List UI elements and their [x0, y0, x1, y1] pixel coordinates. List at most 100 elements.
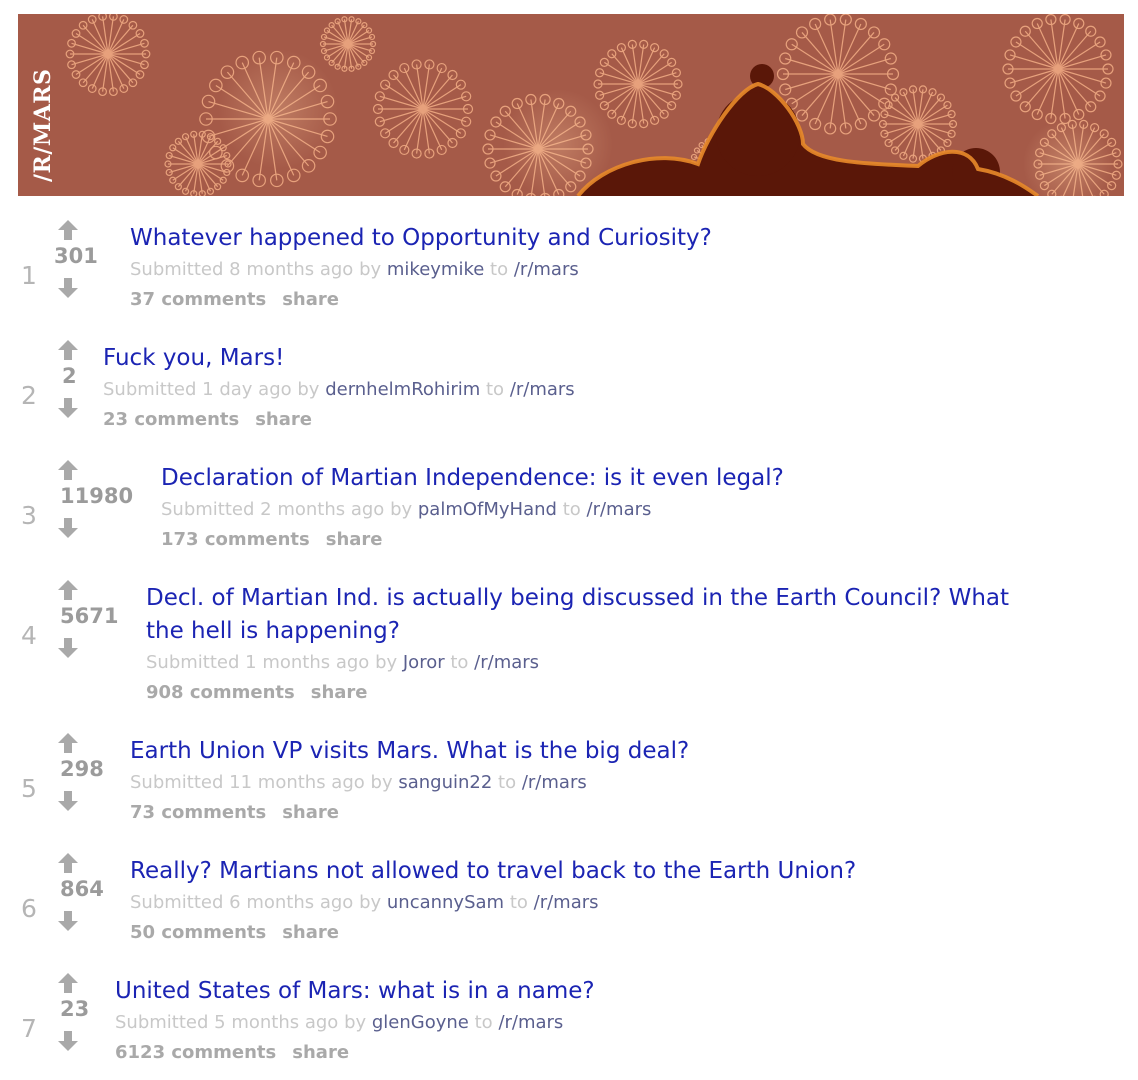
share-link[interactable]: share: [292, 1042, 349, 1063]
comments-link[interactable]: 6123 comments: [115, 1042, 276, 1063]
post-time: 2 months ago: [260, 499, 385, 520]
post-rank: 1: [21, 261, 37, 290]
post-buttons: 50 comments share: [130, 918, 1030, 948]
comments-link[interactable]: 23 comments: [103, 409, 239, 430]
post-title-link[interactable]: Really? Martians not allowed to travel b…: [130, 855, 1030, 888]
to-label: to: [498, 772, 517, 793]
post-buttons: 173 comments share: [161, 525, 1061, 555]
post-title-link[interactable]: Earth Union VP visits Mars. What is the …: [130, 735, 1030, 768]
author-link[interactable]: palmOfMyHand: [418, 499, 557, 520]
downvote-arrow-icon[interactable]: [56, 516, 80, 540]
upvote-arrow-icon[interactable]: [56, 731, 80, 755]
comments-link[interactable]: 908 comments: [146, 682, 295, 703]
post-title-link[interactable]: Decl. of Martian Ind. is actually being …: [146, 582, 1026, 648]
post-time: 8 months ago: [229, 259, 354, 280]
subreddit-link[interactable]: /r/mars: [534, 892, 599, 913]
submitted-label: Submitted: [130, 772, 224, 793]
post-title-link[interactable]: Whatever happened to Opportunity and Cur…: [130, 222, 1030, 255]
subreddit-link[interactable]: /r/mars: [510, 379, 575, 400]
post-tagline: Submitted 6 months ago by uncannySam to …: [130, 888, 1030, 918]
author-link[interactable]: dernhelmRohirim: [325, 379, 480, 400]
post-score: 23: [60, 997, 90, 1021]
downvote-arrow-icon[interactable]: [56, 396, 80, 420]
post-score: 2: [62, 364, 77, 388]
subreddit-banner: /R/MARS: [18, 14, 1124, 196]
submitted-label: Submitted: [115, 1012, 209, 1033]
post-buttons: 73 comments share: [130, 798, 1030, 828]
share-link[interactable]: share: [282, 922, 339, 943]
downvote-arrow-icon[interactable]: [56, 276, 80, 300]
post-tagline: Submitted 8 months ago by mikeymike to /…: [130, 255, 1030, 285]
author-link[interactable]: mikeymike: [387, 259, 484, 280]
comments-link[interactable]: 73 comments: [130, 802, 266, 823]
subreddit-link[interactable]: /r/mars: [587, 499, 652, 520]
subreddit-link[interactable]: /r/mars: [514, 259, 579, 280]
post-entry: Decl. of Martian Ind. is actually being …: [146, 582, 1026, 708]
post-entry: Whatever happened to Opportunity and Cur…: [130, 222, 1030, 315]
post-title-link[interactable]: United States of Mars: what is in a name…: [115, 975, 1015, 1008]
post-score: 864: [60, 877, 104, 901]
post-entry: Fuck you, Mars! Submitted 1 day ago by d…: [103, 342, 1003, 435]
post-score: 301: [54, 244, 98, 268]
fractal-banner-image: [18, 14, 1124, 196]
to-label: to: [450, 652, 469, 673]
share-link[interactable]: share: [326, 529, 383, 550]
author-link[interactable]: glenGoyne: [372, 1012, 469, 1033]
share-link[interactable]: share: [311, 682, 368, 703]
post-tagline: Submitted 5 months ago by glenGoyne to /…: [115, 1008, 1015, 1038]
banner-title: /R/MARS: [30, 68, 56, 182]
comments-link[interactable]: 37 comments: [130, 289, 266, 310]
comments-link[interactable]: 50 comments: [130, 922, 266, 943]
by-label: by: [297, 379, 320, 400]
post-entry: Really? Martians not allowed to travel b…: [130, 855, 1030, 948]
by-label: by: [359, 259, 382, 280]
downvote-arrow-icon[interactable]: [56, 1029, 80, 1053]
downvote-arrow-icon[interactable]: [56, 636, 80, 660]
post-buttons: 37 comments share: [130, 285, 1030, 315]
submitted-label: Submitted: [103, 379, 197, 400]
post-tagline: Submitted 11 months ago by sanguin22 to …: [130, 768, 1030, 798]
post-time: 5 months ago: [214, 1012, 339, 1033]
upvote-arrow-icon[interactable]: [56, 458, 80, 482]
post-rank: 3: [21, 501, 37, 530]
post-title-link[interactable]: Fuck you, Mars!: [103, 342, 1003, 375]
subreddit-link[interactable]: /r/mars: [498, 1012, 563, 1033]
upvote-arrow-icon[interactable]: [56, 218, 80, 242]
post-title-link[interactable]: Declaration of Martian Independence: is …: [161, 462, 1061, 495]
share-link[interactable]: share: [255, 409, 312, 430]
post-entry: Earth Union VP visits Mars. What is the …: [130, 735, 1030, 828]
post-rank: 7: [21, 1014, 37, 1043]
post-entry: Declaration of Martian Independence: is …: [161, 462, 1061, 555]
to-label: to: [562, 499, 581, 520]
author-link[interactable]: Joror: [403, 652, 445, 673]
submitted-label: Submitted: [130, 892, 224, 913]
submitted-label: Submitted: [130, 259, 224, 280]
by-label: by: [375, 652, 398, 673]
post-rank: 4: [21, 621, 37, 650]
upvote-arrow-icon[interactable]: [56, 971, 80, 995]
post-entry: United States of Mars: what is in a name…: [115, 975, 1015, 1068]
by-label: by: [390, 499, 413, 520]
upvote-arrow-icon[interactable]: [56, 851, 80, 875]
share-link[interactable]: share: [282, 802, 339, 823]
downvote-arrow-icon[interactable]: [56, 909, 80, 933]
downvote-arrow-icon[interactable]: [56, 789, 80, 813]
author-link[interactable]: uncannySam: [387, 892, 504, 913]
post-time: 11 months ago: [229, 772, 365, 793]
post-buttons: 6123 comments share: [115, 1038, 1015, 1068]
to-label: to: [509, 892, 528, 913]
author-link[interactable]: sanguin22: [398, 772, 492, 793]
upvote-arrow-icon[interactable]: [56, 578, 80, 602]
subreddit-link[interactable]: /r/mars: [474, 652, 539, 673]
upvote-arrow-icon[interactable]: [56, 338, 80, 362]
subreddit-link[interactable]: /r/mars: [522, 772, 587, 793]
post-rank: 5: [21, 774, 37, 803]
post-tagline: Submitted 1 day ago by dernhelmRohirim t…: [103, 375, 1003, 405]
submitted-label: Submitted: [161, 499, 255, 520]
submitted-label: Submitted: [146, 652, 240, 673]
to-label: to: [490, 259, 509, 280]
post-time: 1 months ago: [245, 652, 370, 673]
post-buttons: 908 comments share: [146, 678, 1026, 708]
share-link[interactable]: share: [282, 289, 339, 310]
comments-link[interactable]: 173 comments: [161, 529, 310, 550]
